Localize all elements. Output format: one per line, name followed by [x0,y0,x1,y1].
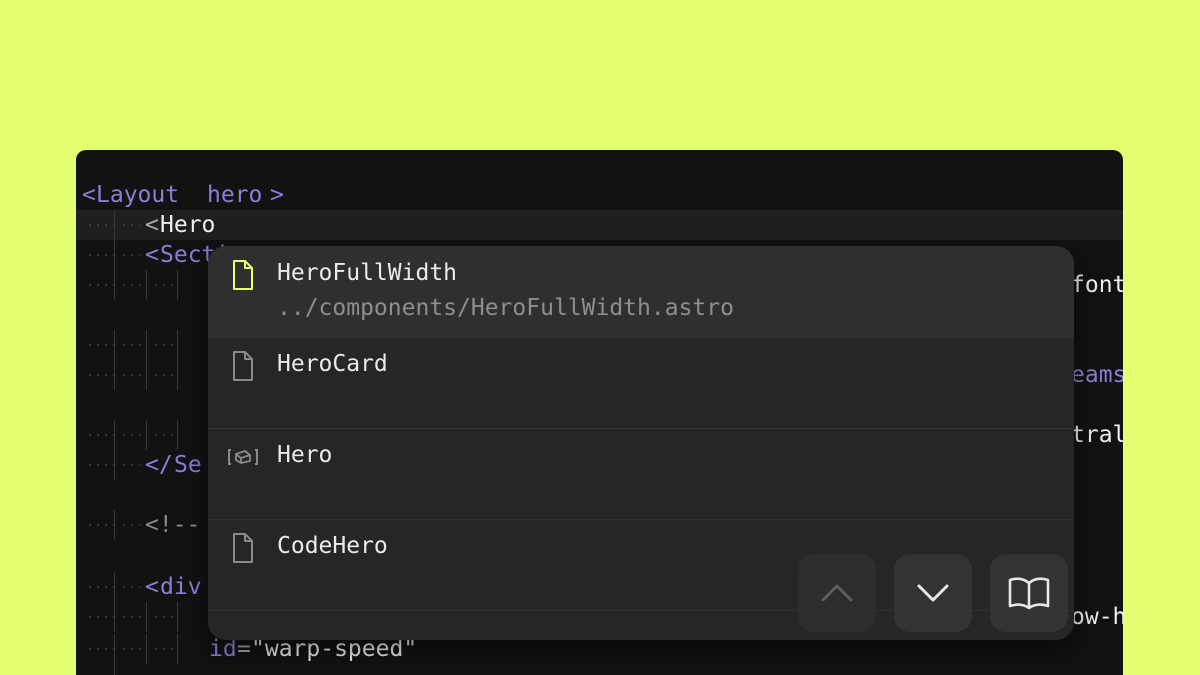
tag-name: Layout [96,182,180,208]
indent-guide [177,420,178,450]
chevron-up-icon [821,584,853,602]
indent-dots [120,434,144,436]
indent-guide [114,270,115,300]
indent-dots [152,374,176,376]
file-icon [233,533,253,563]
indent-dots [120,374,144,376]
code-fragment: tral [1071,422,1123,448]
indent-guide [177,270,178,300]
indent-dots [120,344,144,346]
indent-dots [120,224,140,226]
indent-guide [114,572,115,602]
indent-dots [120,284,144,286]
tag-close-bracket: > [270,182,284,208]
code-fragment: ow-h [1071,604,1123,630]
tag-close-open-bracket: </ [145,452,173,478]
indent-dots [86,254,114,256]
code-fragment: font [1071,272,1123,298]
indent-dots [120,586,140,588]
code-fragment: eams [1071,362,1123,388]
indent-guide [114,330,115,360]
indent-dots [152,434,176,436]
indent-dots [152,616,176,618]
indent-dots [152,648,176,650]
indent-guide [146,360,147,390]
indent-guide [146,634,147,664]
file-icon [233,260,253,290]
autocomplete-item-label: HeroFullWidth [277,260,458,286]
indent-dots [86,648,114,650]
indent-guide [114,664,115,675]
indent-dots [86,284,114,286]
attribute-name: hero [207,182,263,208]
comment: <!-- [145,512,201,538]
indent-guide [114,210,115,240]
autocomplete-item-path: ../components/HeroFullWidth.astro [277,295,734,321]
tag-name: div [160,574,202,600]
autocomplete-item[interactable]: Hero [208,428,1074,520]
indent-guide [114,360,115,390]
indent-dots [86,374,114,376]
indent-guide [114,634,115,664]
file-icon [233,351,253,381]
indent-dots [86,464,114,466]
autocomplete-item-label: HeroCard [277,351,388,377]
book-icon [1008,577,1050,610]
indent-guide [177,602,178,632]
indent-guide [114,450,115,480]
tag-name: Se [174,452,202,478]
indent-dots [120,648,144,650]
tag-open-bracket: < [145,574,159,600]
code-line-active: < Hero [76,210,1123,240]
indent-guide [114,420,115,450]
autocomplete-item-label: Hero [277,442,333,468]
documentation-button[interactable] [990,554,1068,632]
indent-dots [152,344,176,346]
indent-guide [177,330,178,360]
code-line: < Layout hero > [76,180,1123,210]
tag-open-bracket: < [145,242,159,268]
autocomplete-item[interactable]: HeroCard [208,337,1074,429]
indent-guide [177,634,178,664]
indent-guide [146,602,147,632]
chevron-down-icon [917,584,949,602]
indent-dots [86,434,114,436]
code-line [76,664,1123,675]
indent-guide [146,270,147,300]
indent-dots [86,586,114,588]
indent-dots [120,524,140,526]
indent-dots [86,224,114,226]
tag-name: Hero [160,212,216,238]
next-suggestion-button[interactable] [894,554,972,632]
indent-dots [86,616,114,618]
indent-dots [120,464,140,466]
indent-guide [114,510,115,540]
autocomplete-item-label: CodeHero [277,533,388,559]
indent-guide [114,240,115,270]
tag-open-bracket: < [145,212,159,238]
autocomplete-item-selected[interactable]: HeroFullWidth ../components/HeroFullWidt… [208,246,1074,338]
component-icon [228,449,258,465]
autocomplete-popup: HeroFullWidth ../components/HeroFullWidt… [208,246,1074,640]
indent-dots [120,616,144,618]
indent-dots [86,524,114,526]
indent-guide [177,360,178,390]
indent-dots [120,254,140,256]
indent-dots [86,344,114,346]
indent-guide [146,330,147,360]
indent-dots [152,284,176,286]
previous-suggestion-button[interactable] [798,554,876,632]
indent-guide [146,420,147,450]
indent-guide [114,602,115,632]
tag-open-bracket: < [82,182,96,208]
